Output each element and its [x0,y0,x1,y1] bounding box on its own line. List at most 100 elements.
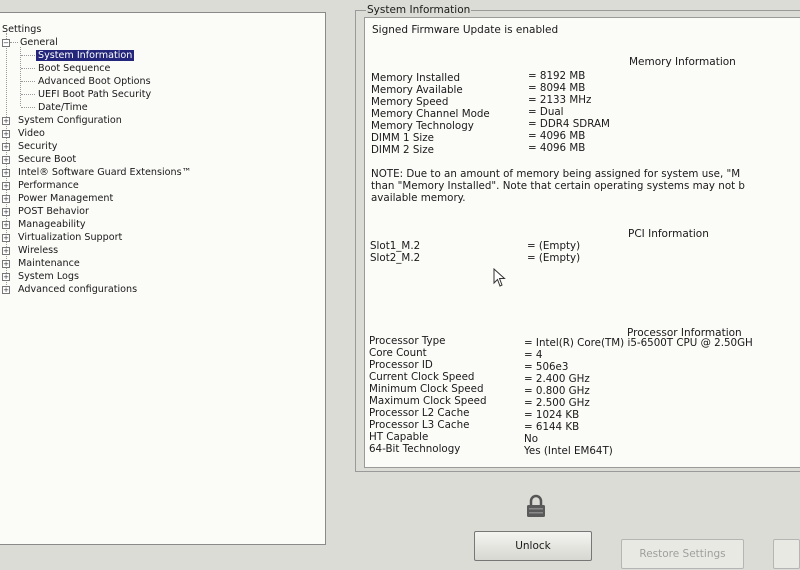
pci-value: = (Empty) [527,240,581,252]
tree-item-label: Virtualization Support [18,232,123,243]
restore-settings-button-label: Restore Settings [639,548,726,560]
processor-value: = 2.400 GHz [524,373,590,385]
group-title: System Information [366,3,472,17]
tree-item-label: System Configuration [18,115,122,126]
tree-item-post-behavior[interactable]: POST Behavior [18,205,89,218]
tree-item-video[interactable]: Video [18,127,45,140]
expand-toggle-icon[interactable]: + [2,273,10,281]
unlock-button-label: Unlock [515,540,551,552]
tree-item-virtualization-support[interactable]: Virtualization Support [18,231,122,244]
memory-label: Memory Available [371,84,463,96]
tree-item-label: General [20,37,58,48]
tree-item-boot-sequence[interactable]: Boot Sequence [38,62,110,75]
unlock-button[interactable]: Unlock [474,531,592,561]
memory-label: Memory Channel Mode [371,108,490,120]
processor-label: HT Capable [369,431,429,443]
memory-note-line: NOTE: Due to an amount of memory being a… [371,168,741,180]
expand-toggle-icon[interactable]: + [2,169,10,177]
tree-item-security[interactable]: Security [18,140,57,153]
processor-label: Current Clock Speed [369,371,475,383]
processor-value: = 506e3 [524,361,569,373]
expand-toggle-icon[interactable]: + [2,286,10,294]
memory-value: = 8192 MB [528,70,586,82]
tree-item-label: Maintenance [18,258,80,269]
expand-toggle-icon[interactable]: + [2,221,10,229]
tree-root-settings[interactable]: Settings [2,23,41,36]
processor-value: Yes (Intel EM64T) [524,445,613,457]
processor-value: = 1024 KB [524,409,580,421]
tree-item-secure-boot[interactable]: Secure Boot [18,153,76,166]
tree-connector [10,42,18,43]
tree-item-advanced-configurations[interactable]: Advanced configurations [18,283,137,296]
tree-item-label: Advanced Boot Options [38,76,151,87]
lock-icon [527,494,545,517]
processor-value: = 2.500 GHz [524,397,590,409]
processor-value: No [524,433,539,445]
processor-value: = 6144 KB [524,421,580,433]
tree-item-system-configuration[interactable]: System Configuration [18,114,122,127]
expand-toggle-icon[interactable]: + [2,117,10,125]
tree-item-label: Advanced configurations [18,284,138,295]
expand-toggle-icon[interactable]: + [2,208,10,216]
collapse-toggle-icon[interactable]: − [2,39,10,47]
settings-tree-panel: Settings − General System Information Bo… [0,12,326,545]
tree-item-wireless[interactable]: Wireless [18,244,58,257]
processor-label: Maximum Clock Speed [369,395,487,407]
processor-label: Processor L2 Cache [369,407,470,419]
memory-label: Memory Installed [371,72,461,84]
tree-item-label: UEFI Boot Path Security [38,89,152,100]
tree-item-label: Video [18,128,45,139]
processor-label: Core Count [369,347,427,359]
tree-root-label: Settings [2,24,42,35]
tree-item-uefi-boot-path-security[interactable]: UEFI Boot Path Security [38,88,151,101]
processor-label: 64-Bit Technology [369,443,461,455]
expand-toggle-icon[interactable]: + [2,247,10,255]
pci-label: Slot1_M.2 [370,240,421,252]
expand-toggle-icon[interactable]: + [2,234,10,242]
tree-item-label: Manageability [18,219,86,230]
tree-item-label: System Logs [18,271,79,282]
system-information-panel: Signed Firmware Update is enabled Memory… [364,17,800,468]
pci-value: = (Empty) [527,252,581,264]
firmware-notice: Signed Firmware Update is enabled [372,24,559,36]
memory-label: Memory Speed [371,96,449,108]
tree-item-label: Security [18,141,58,152]
tree-item-advanced-boot-options[interactable]: Advanced Boot Options [38,75,151,88]
tree-item-general[interactable]: General [20,36,58,49]
pci-label: Slot2_M.2 [370,252,421,264]
restore-settings-button[interactable]: Restore Settings [621,539,744,569]
expand-toggle-icon[interactable]: + [2,195,10,203]
memory-value: = Dual [528,106,564,118]
tree-item-intel-sgx[interactable]: Intel® Software Guard Extensions™ [18,166,191,179]
tree-item-maintenance[interactable]: Maintenance [18,257,80,270]
tree-item-manageability[interactable]: Manageability [18,218,86,231]
tree-item-system-information[interactable]: System Information [36,49,135,62]
processor-label: Processor Type [369,335,446,347]
processor-value: = 0.800 GHz [524,385,590,397]
partial-button[interactable] [773,539,800,569]
expand-toggle-icon[interactable]: + [2,130,10,138]
memory-note-line: available memory. [371,192,466,204]
processor-value: = 4 [524,349,543,361]
expand-toggle-icon[interactable]: + [2,182,10,190]
tree-connector [21,81,35,82]
tree-item-date-time[interactable]: Date/Time [38,101,88,114]
processor-label: Processor ID [369,359,433,371]
tree-item-label: Secure Boot [18,154,77,165]
expand-toggle-icon[interactable]: + [2,156,10,164]
tree-item-label: Boot Sequence [38,63,111,74]
tree-connector [21,55,35,56]
expand-toggle-icon[interactable]: + [2,260,10,268]
tree-connector [21,107,35,108]
processor-label: Processor L3 Cache [369,419,470,431]
tree-item-system-logs[interactable]: System Logs [18,270,79,283]
tree-connector [21,94,35,95]
memory-heading: Memory Information [629,56,736,68]
expand-toggle-icon[interactable]: + [2,143,10,151]
memory-value: = 8094 MB [528,82,586,94]
memory-label: Memory Technology [371,120,474,132]
tree-item-power-management[interactable]: Power Management [18,192,113,205]
memory-value: = 2133 MHz [528,94,592,106]
processor-label: Minimum Clock Speed [369,383,484,395]
tree-item-performance[interactable]: Performance [18,179,79,192]
